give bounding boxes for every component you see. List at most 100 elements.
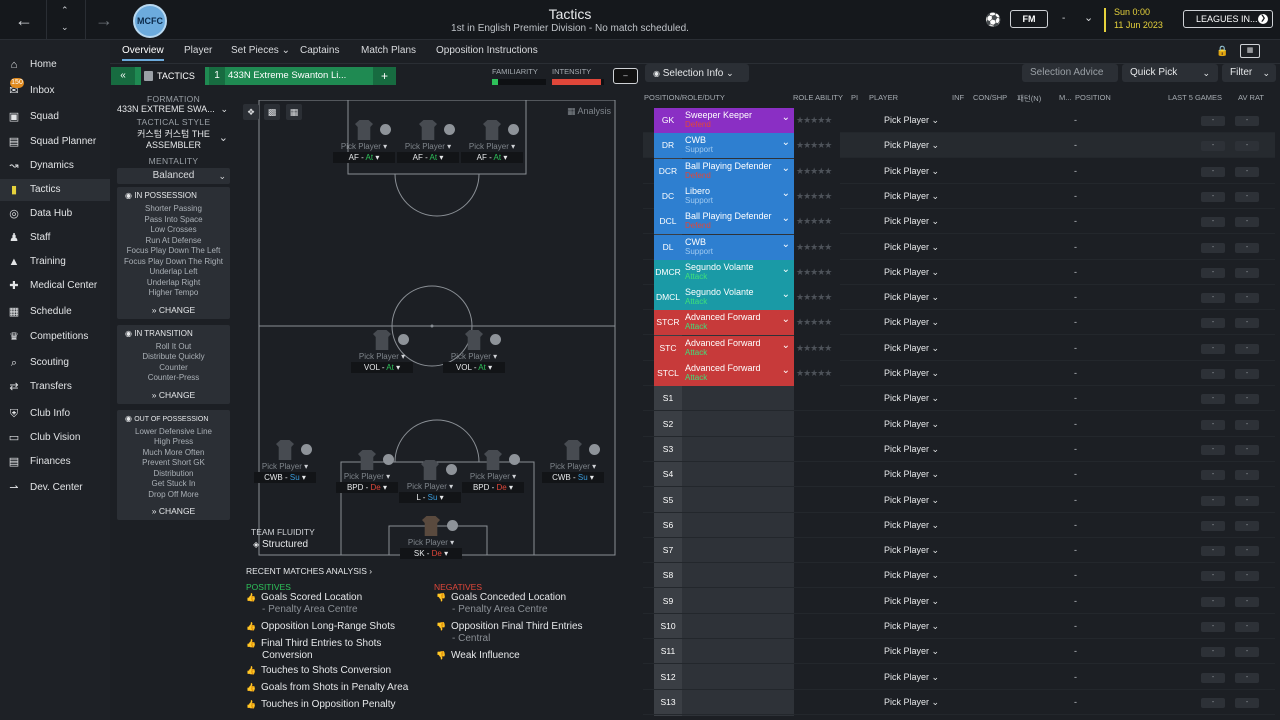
sidebar-item-scouting[interactable]: ⌕ Scouting xyxy=(0,352,110,374)
collapse-icon[interactable]: « xyxy=(111,67,135,85)
table-row[interactable]: S3 Pick Player ⌄ - - - xyxy=(643,437,1275,462)
sidebar-item-tactics[interactable]: ▮ Tactics xyxy=(0,179,110,201)
column-header[interactable]: PLAYER xyxy=(869,93,898,102)
sidebar-item-club-vision[interactable]: ▭ Club Vision xyxy=(0,427,110,449)
quick-pick-button[interactable]: Quick Pick ⌄ xyxy=(1122,64,1218,82)
sidebar-item-inbox[interactable]: ✉ 150 Inbox xyxy=(0,78,110,102)
role-duty-label[interactable]: BPD - De ▾ xyxy=(336,482,398,493)
table-row[interactable]: S5 Pick Player ⌄ - - - xyxy=(643,488,1275,513)
pick-player-dropdown[interactable]: Pick Player ⌄ xyxy=(884,310,939,335)
role-duty-cell[interactable]: Advanced Forward Attack ⌄ xyxy=(682,310,794,336)
pick-player-dropdown[interactable]: Pick Player ⌄ xyxy=(884,513,939,538)
table-row[interactable]: S4 Pick Player ⌄ - - - xyxy=(643,462,1275,488)
tab-player[interactable]: Player xyxy=(184,45,212,56)
sidebar-item-data-hub[interactable]: ◎ Data Hub xyxy=(0,203,110,225)
column-header[interactable]: INF xyxy=(952,93,964,102)
pick-player-dropdown[interactable]: Pick Player ⌄ xyxy=(884,462,939,487)
table-row[interactable]: DCL Ball Playing Defender Defend ⌄ ★★★★★ Pick… xyxy=(643,209,1275,235)
pick-player-dropdown[interactable]: Pick Player ⌄ xyxy=(884,437,939,462)
table-row[interactable]: S7 Pick Player ⌄ - - - xyxy=(643,538,1275,564)
table-row[interactable]: DCR Ball Playing Defender Defend ⌄ ★★★★★ Pick… xyxy=(643,158,1275,184)
selection-info-dropdown[interactable]: ◉ Selection Info ⌄ xyxy=(645,64,749,82)
tab-captains[interactable]: Captains xyxy=(300,45,339,56)
pick-player-dropdown[interactable]: Pick Player ⌄ xyxy=(884,386,939,411)
pitch-player-slot[interactable]: Pick Player ▾ L - Su ▾ xyxy=(399,460,461,503)
sidebar-item-dynamics[interactable]: ↝ Dynamics xyxy=(0,155,110,177)
role-duty-label[interactable]: VOL - At ▾ xyxy=(351,362,413,373)
table-row[interactable]: S6 Pick Player ⌄ - - - xyxy=(643,513,1275,538)
role-duty-cell[interactable]: Advanced Forward Attack ⌄ xyxy=(682,335,794,361)
role-duty-label[interactable]: AF - At ▾ xyxy=(461,152,523,163)
table-row[interactable]: S8 Pick Player ⌄ - - - xyxy=(643,563,1275,589)
minimize-icon[interactable]: – xyxy=(613,68,638,84)
sidebar-item-staff[interactable]: ♟ Staff xyxy=(0,227,110,249)
role-duty-label[interactable]: CWB - Su ▾ xyxy=(542,472,604,483)
positive-item[interactable]: 👍 Goals Scored Location - Penalty Area Cen… xyxy=(246,592,362,615)
sidebar-item-home[interactable]: ⌂ Home xyxy=(0,54,110,76)
column-header[interactable]: PI xyxy=(851,93,858,102)
selection-advice-button[interactable]: Selection Advice xyxy=(1022,64,1118,82)
change-in-transition-button[interactable]: » CHANGE xyxy=(117,390,230,400)
table-row[interactable]: S12 Pick Player ⌄ - - - xyxy=(643,665,1275,690)
pick-player-dropdown[interactable]: Pick Player ⌄ xyxy=(884,639,939,664)
table-row[interactable]: DC Libero Support ⌄ ★★★★★ Pick Player ⌄ - - - xyxy=(643,183,1275,209)
pitch-player-slot[interactable]: Pick Player ▾ CWB - Su ▾ xyxy=(254,440,316,483)
sidebar-item-dev-center[interactable]: ⇀ Dev. Center xyxy=(0,477,110,499)
tactic-name[interactable]: 433N Extreme Swanton Li... xyxy=(228,67,346,85)
table-row[interactable]: STCL Advanced Forward Attack ⌄ ★★★★★ Pick Pla… xyxy=(643,361,1275,386)
pick-player-dropdown[interactable]: Pick Player ⌄ xyxy=(884,488,939,513)
tab-match-plans[interactable]: Match Plans xyxy=(361,45,416,56)
mentality-dropdown[interactable]: Balanced ⌄ xyxy=(117,168,230,184)
pitch-player-slot[interactable]: Pick Player ▾ VOL - At ▾ xyxy=(443,330,505,373)
table-row[interactable]: S10 Pick Player ⌄ - - - xyxy=(643,614,1275,639)
sidebar-item-transfers[interactable]: ⇄ Transfers xyxy=(0,376,110,398)
pitch-player-slot[interactable]: Pick Player ▾ AF - At ▾ xyxy=(333,120,395,163)
role-duty-cell[interactable]: Ball Playing Defender Defend ⌄ xyxy=(682,209,794,235)
role-duty-label[interactable]: L - Su ▾ xyxy=(399,492,461,503)
sidebar-item-medical-center[interactable]: ✚ Medical Center xyxy=(0,275,110,297)
role-duty-cell[interactable]: Sweeper Keeper Defend ⌄ xyxy=(682,108,794,133)
role-duty-label[interactable]: SK - De ▾ xyxy=(400,548,462,559)
tab-overview[interactable]: Overview xyxy=(122,45,164,61)
column-header[interactable]: POSITION/ROLE/DUTY xyxy=(644,93,725,102)
filter-button[interactable]: Filter ⌄ xyxy=(1222,64,1276,82)
pitch-player-slot[interactable]: Pick Player ▾ AF - At ▾ xyxy=(461,120,523,163)
pick-player-dropdown[interactable]: Pick Player ⌄ xyxy=(884,108,939,133)
pick-player-dropdown[interactable]: Pick Player ⌄ xyxy=(884,184,939,209)
table-row[interactable]: DR CWB Support ⌄ ★★★★★ Pick Player ⌄ - - - xyxy=(643,133,1275,159)
pick-player-dropdown[interactable]: Pick Player ⌄ xyxy=(884,589,939,614)
role-duty-cell[interactable]: CWB Support ⌄ xyxy=(682,234,794,260)
pick-player-dropdown[interactable]: Pick Player ⌄ xyxy=(884,412,939,437)
positive-item[interactable]: 👍 Goals from Shots in Penalty Area xyxy=(246,682,408,693)
change-out-possession-button[interactable]: » CHANGE xyxy=(117,506,230,516)
pitch-player-slot[interactable]: Pick Player ▾ SK - De ▾ xyxy=(400,516,462,559)
tab-opposition-instructions[interactable]: Opposition Instructions xyxy=(436,45,538,56)
role-duty-cell[interactable]: Advanced Forward Attack ⌄ xyxy=(682,361,794,386)
table-row[interactable]: DL CWB Support ⌄ ★★★★★ Pick Player ⌄ - - - xyxy=(643,234,1275,260)
role-duty-cell[interactable]: CWB Support ⌄ xyxy=(682,133,794,159)
pick-player-dropdown[interactable]: Pick Player ⌄ xyxy=(884,260,939,285)
table-row[interactable]: S13 Pick Player ⌄ - - - xyxy=(643,690,1275,715)
pick-player-dropdown[interactable]: Pick Player ⌄ xyxy=(884,235,939,260)
pitch-player-slot[interactable]: Pick Player ▾ VOL - At ▾ xyxy=(351,330,413,373)
sidebar-item-training[interactable]: ▲ Training xyxy=(0,251,110,273)
sidebar-item-finances[interactable]: ▤ Finances xyxy=(0,451,110,473)
table-row[interactable]: S2 Pick Player ⌄ - - - xyxy=(643,412,1275,437)
leagues-button[interactable]: LEAGUES IN... ❯ xyxy=(1183,10,1273,28)
analysis-title[interactable]: RECENT MATCHES ANALYSIS › xyxy=(246,566,372,576)
table-row[interactable]: S1 Pick Player ⌄ - - - xyxy=(643,386,1275,412)
column-header[interactable]: ROLE ABILITY xyxy=(793,93,843,102)
tactical-style-dropdown[interactable]: 커스텀 커스텀 THE ASSEMBLER ⌄ xyxy=(117,127,230,150)
lock-icon[interactable]: 🔒 xyxy=(1216,46,1228,57)
pick-player-dropdown[interactable]: Pick Player ⌄ xyxy=(884,563,939,588)
clipboard-icon[interactable]: ▦ xyxy=(286,104,302,120)
fm-button[interactable]: FM xyxy=(1010,10,1048,28)
pick-player-dropdown[interactable]: Pick Player ⌄ xyxy=(884,159,939,184)
sidebar-item-schedule[interactable]: ▦ Schedule xyxy=(0,301,110,323)
pick-player-dropdown[interactable]: Pick Player ⌄ xyxy=(884,665,939,690)
tab-set-pieces[interactable]: Set Pieces ⌄ xyxy=(231,45,290,56)
pitch-player-slot[interactable]: Pick Player ▾ BPD - De ▾ xyxy=(462,450,524,493)
pitch-player-slot[interactable]: Pick Player ▾ CWB - Su ▾ xyxy=(542,440,604,483)
sidebar-item-squad-planner[interactable]: ▤ Squad Planner xyxy=(0,131,110,153)
chevron-down-icon[interactable]: ⌄ xyxy=(1084,11,1093,24)
